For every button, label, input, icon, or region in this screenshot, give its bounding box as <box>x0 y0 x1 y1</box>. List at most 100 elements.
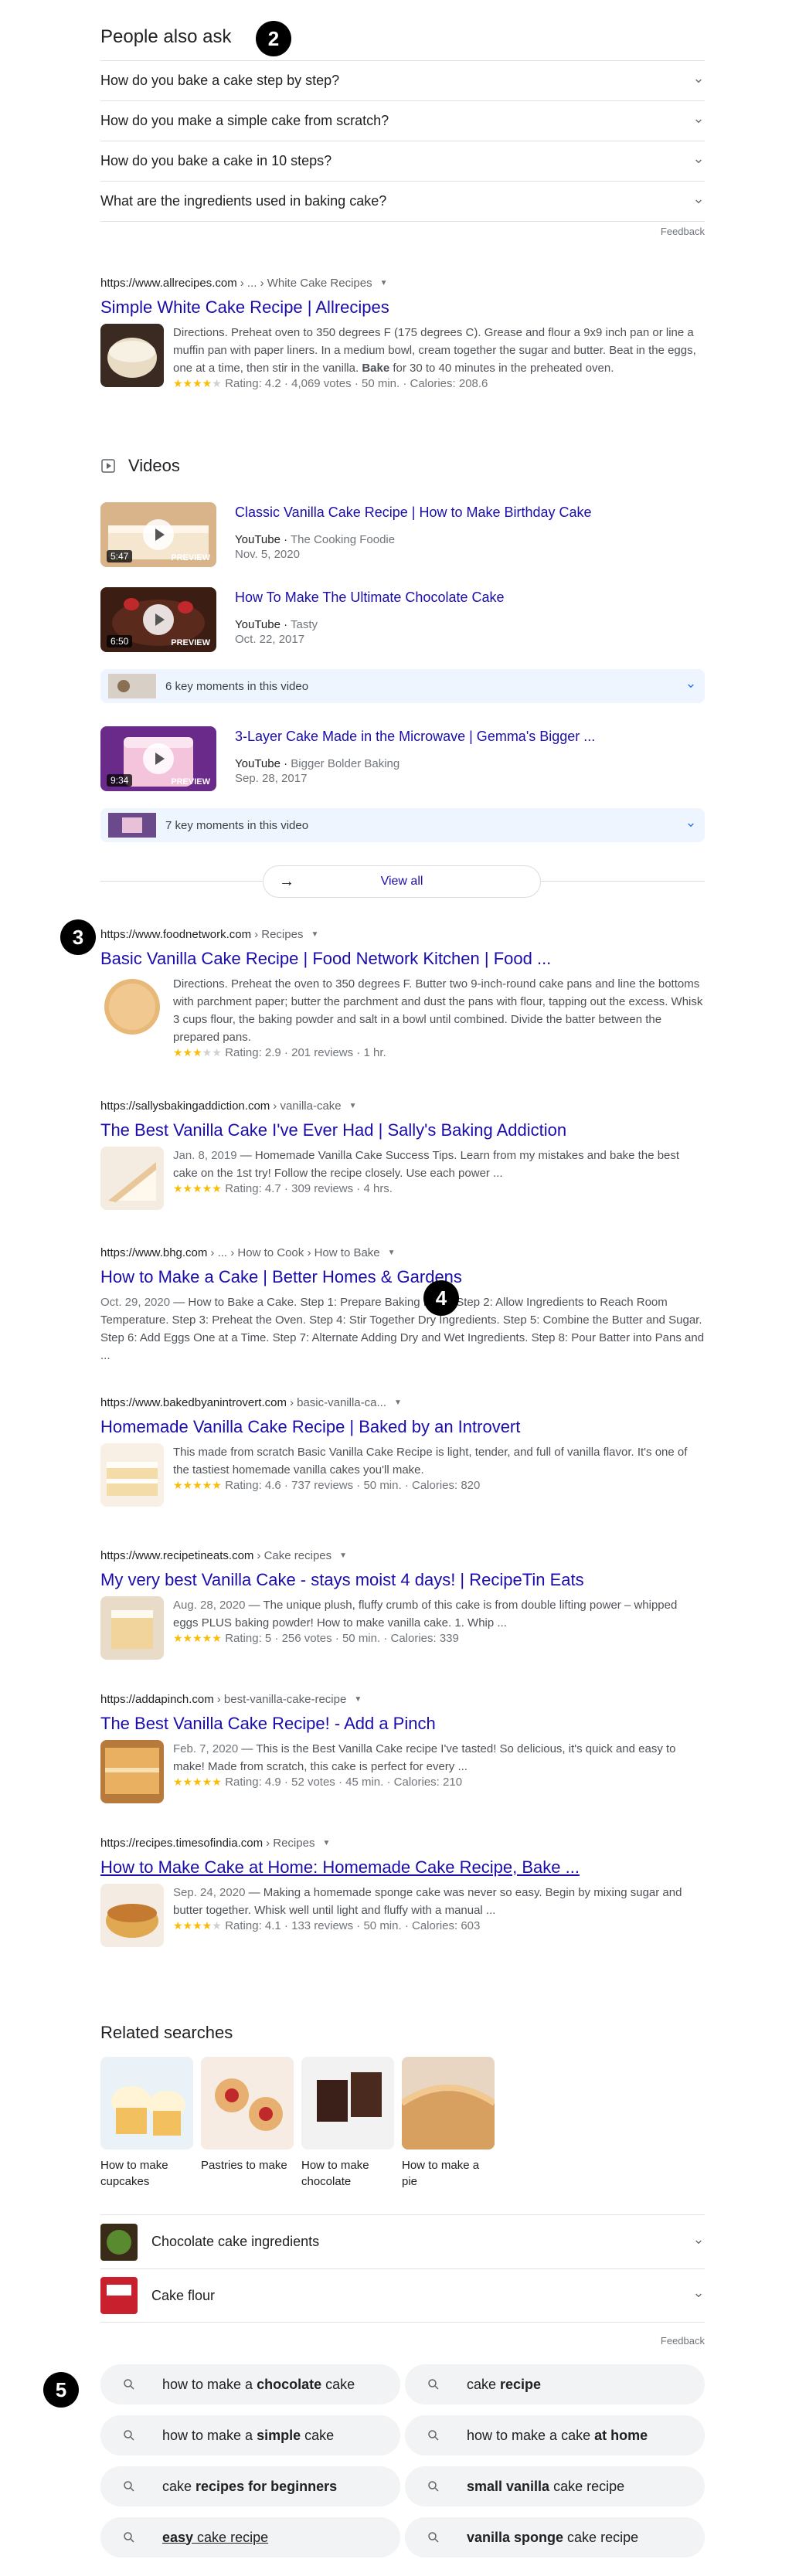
related-feedback-link[interactable]: Feedback <box>661 2335 705 2347</box>
result-thumbnail[interactable] <box>100 975 164 1038</box>
search-icon <box>428 2430 439 2441</box>
caret-down-icon[interactable]: ▼ <box>394 1398 402 1407</box>
related-search-card[interactable]: How to make a pie <box>402 2057 495 2190</box>
play-icon <box>143 519 174 550</box>
related-search-image <box>402 2057 495 2149</box>
related-search-card[interactable]: How to make cupcakes <box>100 2057 193 2190</box>
result-thumbnail[interactable] <box>100 324 164 387</box>
videos-heading: Videos <box>100 456 180 476</box>
video-result[interactable]: 5:47 PREVIEW Classic Vanilla Cake Recipe… <box>100 502 705 567</box>
key-moments-thumbnail <box>108 813 156 838</box>
search-result: https://recipes.timesofindia.com › Recip… <box>100 1834 705 1947</box>
marker-4: 4 <box>423 1280 459 1316</box>
related-query-chip[interactable]: how to make a cake at home <box>405 2415 705 2455</box>
paa-question[interactable]: What are the ingredients used in baking … <box>100 182 705 222</box>
video-result[interactable]: 6:50 PREVIEW How To Make The Ultimate Ch… <box>100 587 705 652</box>
search-icon <box>428 2481 439 2492</box>
related-search-image <box>201 2057 294 2149</box>
video-icon <box>101 459 115 473</box>
paa-question[interactable]: How do you bake a cake step by step? <box>100 61 705 101</box>
search-result: https://www.bhg.com › ... › How to Cook … <box>100 1246 705 1363</box>
key-moments-toggle[interactable]: 7 key moments in this video <box>100 808 705 842</box>
video-title-link[interactable]: Classic Vanilla Cake Recipe | How to Mak… <box>235 502 592 522</box>
caret-down-icon[interactable]: ▼ <box>380 279 388 287</box>
view-all-videos-button[interactable]: → View all <box>263 865 541 898</box>
result-cite[interactable]: https://www.allrecipes.com › ... › White… <box>100 274 705 291</box>
related-searches-title: Related searches <box>100 2023 233 2042</box>
caret-down-icon[interactable]: ▼ <box>311 930 318 939</box>
search-icon <box>124 2481 134 2492</box>
related-search-card[interactable]: How to make chocolate <box>301 2057 394 2190</box>
result-title-link[interactable]: Basic Vanilla Cake Recipe | Food Network… <box>100 947 705 970</box>
caret-down-icon[interactable]: ▼ <box>388 1249 396 1257</box>
video-result[interactable]: 9:34 PREVIEW 3-Layer Cake Made in the Mi… <box>100 726 705 791</box>
result-snippet: Directions. Preheat oven to 350 degrees … <box>173 326 696 375</box>
search-icon <box>124 2532 134 2543</box>
video-title-link[interactable]: 3-Layer Cake Made in the Microwave | Gem… <box>235 726 595 746</box>
result-thumbnail[interactable] <box>100 1596 164 1660</box>
star-rating-icon: ★★★★★ <box>173 377 222 389</box>
star-rating-icon: ★★★★★ <box>173 1919 222 1932</box>
chevron-down-icon <box>692 155 705 168</box>
result-title-link[interactable]: How to Make Cake at Home: Homemade Cake … <box>100 1856 705 1879</box>
star-rating-icon: ★★★★★ <box>173 1632 222 1644</box>
paa-feedback-link[interactable]: Feedback <box>661 226 705 237</box>
caret-down-icon[interactable]: ▼ <box>339 1551 347 1560</box>
related-search-card[interactable]: Pastries to make <box>201 2057 294 2173</box>
search-result: https://www.bakedbyanintrovert.com › bas… <box>100 1394 705 1507</box>
search-result: https://addapinch.com › best-vanilla-cak… <box>100 1691 705 1803</box>
video-thumbnail[interactable]: 9:34 PREVIEW <box>100 726 216 791</box>
related-search-image <box>301 2057 394 2149</box>
chevron-down-icon <box>692 195 705 208</box>
related-query-chip[interactable]: small vanilla cake recipe <box>405 2466 705 2506</box>
related-search-row[interactable]: Chocolate cake ingredients <box>100 2214 705 2268</box>
marker-3: 3 <box>60 919 96 955</box>
chevron-down-icon <box>685 819 697 831</box>
search-icon <box>428 2532 439 2543</box>
result-title-link[interactable]: My very best Vanilla Cake - stays moist … <box>100 1568 705 1592</box>
video-thumbnail[interactable]: 6:50 PREVIEW <box>100 587 216 652</box>
search-icon <box>124 2379 134 2390</box>
result-title-link[interactable]: The Best Vanilla Cake Recipe! - Add a Pi… <box>100 1712 705 1735</box>
chevron-down-icon <box>692 75 705 87</box>
result-thumbnail[interactable] <box>100 1443 164 1507</box>
chevron-down-icon <box>692 2289 705 2302</box>
key-moments-thumbnail <box>108 674 156 698</box>
paa-question[interactable]: How do you make a simple cake from scrat… <box>100 101 705 141</box>
result-thumbnail[interactable] <box>100 1740 164 1803</box>
star-rating-icon: ★★★★★ <box>173 1776 222 1788</box>
related-search-image <box>100 2277 138 2314</box>
related-query-chip[interactable]: how to make a chocolate cake <box>100 2364 400 2404</box>
caret-down-icon[interactable]: ▼ <box>354 1695 362 1704</box>
play-icon <box>143 743 174 774</box>
play-icon <box>143 604 174 635</box>
related-search-row[interactable]: Cake flour <box>100 2268 705 2323</box>
caret-down-icon[interactable]: ▼ <box>349 1102 357 1110</box>
chevron-down-icon <box>685 680 697 692</box>
related-query-chip[interactable]: how to make a simple cake <box>100 2415 400 2455</box>
related-query-chip[interactable]: easy cake recipe <box>100 2517 400 2557</box>
paa-title: People also ask <box>100 26 232 47</box>
key-moments-toggle[interactable]: 6 key moments in this video <box>100 669 705 703</box>
video-thumbnail[interactable]: 5:47 PREVIEW <box>100 502 216 567</box>
paa-list: How do you bake a cake step by step? How… <box>100 60 705 222</box>
result-title-link[interactable]: How to Make a Cake | Better Homes & Gard… <box>100 1266 705 1289</box>
paa-question[interactable]: How do you bake a cake in 10 steps? <box>100 141 705 182</box>
search-icon <box>428 2379 439 2390</box>
caret-down-icon[interactable]: ▼ <box>322 1839 330 1847</box>
result-title-link[interactable]: Simple White Cake Recipe | Allrecipes <box>100 296 705 319</box>
related-query-chip[interactable]: vanilla sponge cake recipe <box>405 2517 705 2557</box>
result-title-link[interactable]: The Best Vanilla Cake I've Ever Had | Sa… <box>100 1119 705 1142</box>
result-title-link[interactable]: Homemade Vanilla Cake Recipe | Baked by … <box>100 1415 705 1439</box>
search-icon <box>124 2430 134 2441</box>
result-thumbnail[interactable] <box>100 1147 164 1210</box>
star-rating-icon: ★★★★★ <box>173 1046 222 1059</box>
chevron-down-icon <box>692 115 705 127</box>
related-query-chip[interactable]: cake recipe <box>405 2364 705 2404</box>
related-query-chip[interactable]: cake recipes for beginners <box>100 2466 400 2506</box>
search-result-allrecipes: https://www.allrecipes.com › ... › White… <box>100 274 705 391</box>
related-search-image <box>100 2057 193 2149</box>
video-title-link[interactable]: How To Make The Ultimate Chocolate Cake <box>235 587 505 607</box>
arrow-right-icon: → <box>279 872 294 890</box>
result-thumbnail[interactable] <box>100 1884 164 1947</box>
